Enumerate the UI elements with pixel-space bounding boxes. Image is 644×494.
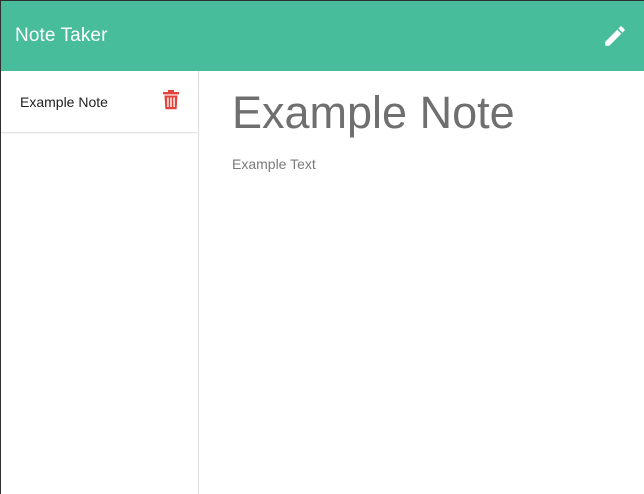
navbar: Note Taker bbox=[1, 1, 644, 71]
trash-icon bbox=[163, 90, 179, 110]
app-window: Note Taker Example Note Example Note Exa… bbox=[0, 0, 644, 494]
note-text[interactable]: Example Text bbox=[232, 156, 644, 172]
note-list-item-title: Example Note bbox=[20, 93, 108, 110]
brand-title[interactable]: Note Taker bbox=[15, 25, 108, 47]
delete-note-button[interactable] bbox=[162, 90, 180, 110]
notes-sidebar: Example Note bbox=[1, 71, 199, 494]
note-list-item[interactable]: Example Note bbox=[1, 71, 197, 133]
pencil-icon bbox=[605, 26, 625, 46]
note-title[interactable]: Example Note bbox=[232, 87, 644, 143]
new-note-button[interactable] bbox=[600, 21, 630, 51]
note-editor: Example Note Example Text bbox=[200, 71, 644, 494]
